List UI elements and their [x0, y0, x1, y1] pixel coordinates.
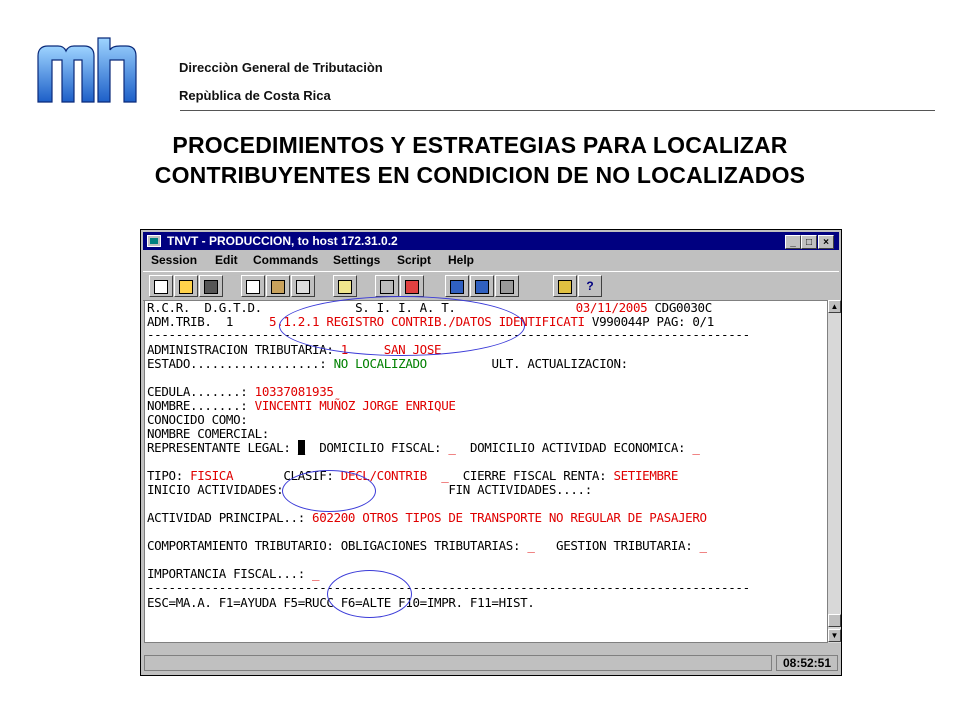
vertical-scrollbar[interactable]: ▲ ▼: [828, 300, 841, 643]
representante-row: REPRESENTANTE LEGAL: _ DOMICILIO FISCAL:…: [147, 440, 700, 455]
terminal-screen[interactable]: R.C.R. D.G.T.D. S. I. I. A. T. 03/11/2005…: [144, 300, 828, 643]
gestion-field[interactable]: _: [700, 538, 708, 553]
new-icon[interactable]: [149, 275, 173, 297]
slide-title-line2: CONTRIBUYENTES EN CONDICION DE NO LOCALI…: [154, 162, 806, 188]
importancia-row: IMPORTANCIA FISCAL...: _: [147, 566, 320, 581]
minimize-button[interactable]: _: [785, 235, 801, 249]
save-icon[interactable]: [199, 275, 223, 297]
actividad-principal-value: 602200 OTROS TIPOS DE TRANSPORTE NO REGU…: [312, 510, 707, 525]
nombre-row: NOMBRE.......: VINCENTI MUÑOZ JORGE ENRI…: [147, 398, 456, 413]
menu-session[interactable]: Session: [151, 251, 197, 269]
header-divider: [180, 110, 935, 111]
domicilio-actividad-field[interactable]: _: [692, 440, 700, 455]
cierre-fiscal-value: SETIEMBRE: [613, 468, 679, 483]
cedula-row: CEDULA.......: 10337081935: [147, 384, 334, 399]
nombre-comercial-row: NOMBRE COMERCIAL:: [147, 426, 269, 441]
highlight-clasif-ellipse: [282, 470, 376, 512]
status-clock: 08:52:51: [776, 655, 838, 671]
paste-icon[interactable]: [266, 275, 290, 297]
nombre-value: VINCENTI MUÑOZ JORGE ENRIQUE: [254, 398, 456, 413]
status-bar: 08:52:51: [144, 655, 840, 673]
menu-bar: Session Edit Commands Settings Script He…: [143, 251, 839, 269]
close-button[interactable]: ×: [818, 235, 834, 249]
maximize-button[interactable]: □: [801, 235, 817, 249]
cedula-value: 10337081935: [254, 384, 334, 399]
actividad-principal-row: ACTIVIDAD PRINCIPAL..: 602200 OTROS TIPO…: [147, 510, 707, 525]
copy-icon[interactable]: [241, 275, 265, 297]
exit-icon[interactable]: [553, 275, 577, 297]
scroll-thumb[interactable]: [828, 614, 841, 627]
conocido-como-row: CONOCIDO COMO:: [147, 412, 248, 427]
menu-commands[interactable]: Commands: [253, 251, 318, 269]
terminal-window: TNVT - PRODUCCION, to host 172.31.0.2 _ …: [140, 229, 842, 676]
country-name: Repùblica de Costa Rica: [179, 88, 331, 103]
menu-edit[interactable]: Edit: [215, 251, 238, 269]
receive-alert-icon[interactable]: [400, 275, 424, 297]
comportamiento-row: COMPORTAMIENTO TRIBUTARIO: OBLIGACIONES …: [147, 538, 708, 553]
highlight-module-ellipse: [279, 296, 525, 356]
obligaciones-field[interactable]: _: [527, 538, 535, 553]
toolbar: ?: [143, 271, 839, 301]
scroll-down-icon[interactable]: ▼: [828, 629, 841, 642]
connect-icon[interactable]: [333, 275, 357, 297]
window-title: TNVT - PRODUCCION, to host 172.31.0.2: [167, 234, 398, 248]
representante-field[interactable]: _: [297, 440, 305, 455]
slide-title-line1: PROCEDIMIENTOS Y ESTRATEGIAS PARA LOCALI…: [172, 132, 788, 158]
open-icon[interactable]: [174, 275, 198, 297]
status-message-area: [144, 655, 772, 671]
org-name: Direcciòn General de Tributaciòn: [179, 60, 383, 75]
menu-help[interactable]: Help: [448, 251, 474, 269]
help-icon[interactable]: ?: [578, 275, 602, 297]
window-titlebar[interactable]: TNVT - PRODUCCION, to host 172.31.0.2 _ …: [143, 232, 839, 250]
importancia-field[interactable]: _: [312, 566, 320, 581]
tipo-row: TIPO: FISICA CLASIF: DECL/CONTRIB _ CIER…: [147, 468, 679, 483]
estado-value: NO LOCALIZADO: [333, 356, 428, 371]
stop-macro-icon[interactable]: [495, 275, 519, 297]
play-macro-icon[interactable]: [470, 275, 494, 297]
highlight-ruuc-ellipse: [327, 570, 412, 618]
mh-logo: [37, 37, 137, 103]
estado-row: ESTADO..................: NO LOCALIZADO …: [147, 356, 628, 371]
screen-separator-bottom: ----------------------------------------…: [147, 580, 750, 595]
record-macro-icon[interactable]: [445, 275, 469, 297]
tipo-value: FISICA: [190, 468, 234, 483]
menu-script[interactable]: Script: [397, 251, 431, 269]
menu-settings[interactable]: Settings: [333, 251, 380, 269]
domicilio-fiscal-field[interactable]: _: [448, 440, 456, 455]
scroll-up-icon[interactable]: ▲: [828, 300, 841, 313]
print-icon[interactable]: [291, 275, 315, 297]
send-icon[interactable]: [375, 275, 399, 297]
app-icon[interactable]: [147, 235, 161, 247]
